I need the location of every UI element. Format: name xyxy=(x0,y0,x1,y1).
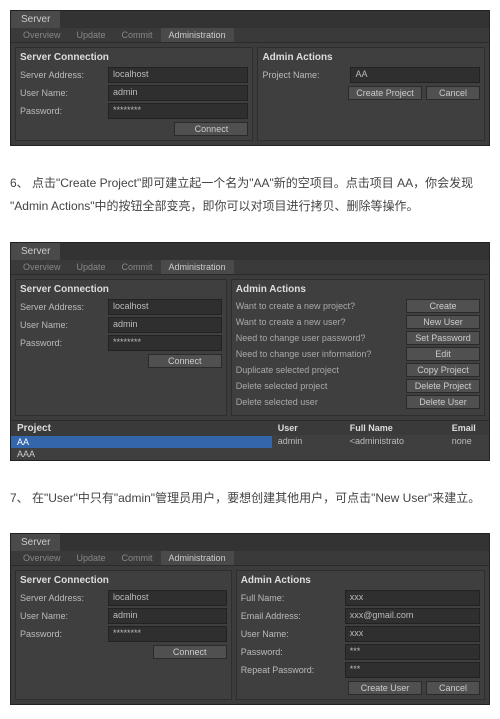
address-input[interactable]: localhost xyxy=(108,67,248,83)
subtab-admin[interactable]: Administration xyxy=(161,28,234,42)
newuser-input[interactable]: xxx xyxy=(345,626,480,642)
admin-actions-title: Admin Actions xyxy=(241,575,480,586)
password-input[interactable]: ******** xyxy=(108,626,227,642)
project-header: Project xyxy=(11,421,272,436)
repeatpass-label: Repeat Password: xyxy=(241,665,341,675)
address-label: Server Address: xyxy=(20,70,104,80)
user-col-email: Email xyxy=(446,421,489,435)
tab-row: Server xyxy=(11,11,489,28)
server-connection-group: Server Connection Server Address: localho… xyxy=(15,279,227,416)
edit-button[interactable]: Edit xyxy=(406,347,480,361)
subtab-overview[interactable]: Overview xyxy=(15,28,69,42)
project-list: Project AA AAA xyxy=(11,421,272,460)
create-user-button[interactable]: Create User xyxy=(348,681,422,695)
subtab-update[interactable]: Update xyxy=(69,260,114,274)
subtab-update[interactable]: Update xyxy=(69,28,114,42)
server-panel-1: Server Overview Update Commit Administra… xyxy=(10,10,490,146)
password-input[interactable]: ******** xyxy=(108,335,222,351)
username-label: User Name: xyxy=(20,88,104,98)
user-cell-email: none xyxy=(446,435,489,447)
server-connection-title: Server Connection xyxy=(20,575,227,586)
username-input[interactable]: admin xyxy=(108,317,222,333)
set-password-button[interactable]: Set Password xyxy=(406,331,480,345)
subtab-admin[interactable]: Administration xyxy=(161,551,234,565)
username-input[interactable]: admin xyxy=(108,608,227,624)
new-user-button[interactable]: New User xyxy=(406,315,480,329)
admin-actions-title: Admin Actions xyxy=(236,284,480,295)
tab-server[interactable]: Server xyxy=(11,243,60,260)
username-label: User Name: xyxy=(20,611,104,621)
admin-actions-group: Admin Actions Full Name: xxx Email Addres… xyxy=(236,570,485,700)
password-input[interactable]: ******** xyxy=(108,103,248,119)
email-label: Email Address: xyxy=(241,611,341,621)
user-cell-user: admin xyxy=(272,435,344,447)
action-label: Need to change user information? xyxy=(236,349,402,359)
cancel-button[interactable]: Cancel xyxy=(426,86,480,100)
tab-server[interactable]: Server xyxy=(11,534,60,551)
admin-actions-title: Admin Actions xyxy=(262,52,480,63)
delete-project-button[interactable]: Delete Project xyxy=(406,379,480,393)
email-input[interactable]: xxx@gmail.com xyxy=(345,608,480,624)
copy-project-button[interactable]: Copy Project xyxy=(406,363,480,377)
server-connection-group: Server Connection Server Address: localho… xyxy=(15,570,232,700)
fullname-input[interactable]: xxx xyxy=(345,590,480,606)
server-panel-3: Server Overview Update Commit Administra… xyxy=(10,533,490,705)
action-label: Want to create a new user? xyxy=(236,317,402,327)
tab-server[interactable]: Server xyxy=(11,11,60,28)
subtab-row: Overview Update Commit Administration xyxy=(11,28,489,43)
project-name-label: Project Name: xyxy=(262,70,346,80)
user-col-fullname: Full Name xyxy=(344,421,446,435)
address-input[interactable]: localhost xyxy=(108,299,222,315)
project-user-section: Project AA AAA User Full Name Email admi… xyxy=(11,420,489,460)
password-label: Password: xyxy=(20,106,104,116)
newpass-input[interactable]: *** xyxy=(345,644,480,660)
subtab-overview[interactable]: Overview xyxy=(15,260,69,274)
create-button[interactable]: Create xyxy=(406,299,480,313)
username-input[interactable]: admin xyxy=(108,85,248,101)
address-label: Server Address: xyxy=(20,593,104,603)
password-label: Password: xyxy=(20,629,104,639)
document-text-6: 6、 点击"Create Project"即可建立起一个名为"AA"新的空项目。… xyxy=(10,172,490,218)
user-table: User Full Name Email admin <administrato… xyxy=(272,421,489,460)
project-name-input[interactable]: AA xyxy=(350,67,480,83)
cancel-button[interactable]: Cancel xyxy=(426,681,480,695)
admin-actions-group: Admin Actions Project Name: AA Create Pro… xyxy=(257,47,485,141)
action-label: Want to create a new project? xyxy=(236,301,402,311)
action-label: Delete selected user xyxy=(236,397,402,407)
password-label: Password: xyxy=(20,338,104,348)
user-col-user: User xyxy=(272,421,344,435)
server-connection-title: Server Connection xyxy=(20,52,248,63)
address-input[interactable]: localhost xyxy=(108,590,227,606)
newpass-label: Password: xyxy=(241,647,341,657)
server-connection-title: Server Connection xyxy=(20,284,222,295)
subtab-overview[interactable]: Overview xyxy=(15,551,69,565)
user-cell-fullname: <administrato xyxy=(344,435,446,447)
panel-body: Server Connection Server Address: localho… xyxy=(11,43,489,145)
subtab-update[interactable]: Update xyxy=(69,551,114,565)
project-item-aa[interactable]: AA xyxy=(11,436,272,448)
newuser-label: User Name: xyxy=(241,629,341,639)
subtab-commit[interactable]: Commit xyxy=(114,551,161,565)
server-panel-2: Server Overview Update Commit Administra… xyxy=(10,242,490,461)
delete-user-button[interactable]: Delete User xyxy=(406,395,480,409)
subtab-commit[interactable]: Commit xyxy=(114,260,161,274)
user-row[interactable]: admin <administrato none xyxy=(272,435,489,447)
address-label: Server Address: xyxy=(20,302,104,312)
action-label: Need to change user password? xyxy=(236,333,402,343)
connect-button[interactable]: Connect xyxy=(153,645,227,659)
create-project-button[interactable]: Create Project xyxy=(348,86,422,100)
connect-button[interactable]: Connect xyxy=(148,354,222,368)
connect-button[interactable]: Connect xyxy=(174,122,248,136)
action-label: Duplicate selected project xyxy=(236,365,402,375)
document-text-7: 7、 在"User"中只有"admin"管理员用户，要想创建其他用户，可点击"N… xyxy=(10,487,490,510)
admin-actions-group: Admin Actions Want to create a new proje… xyxy=(231,279,485,416)
project-item-aaa[interactable]: AAA xyxy=(11,448,272,460)
action-label: Delete selected project xyxy=(236,381,402,391)
repeatpass-input[interactable]: *** xyxy=(345,662,480,678)
subtab-commit[interactable]: Commit xyxy=(114,28,161,42)
server-connection-group: Server Connection Server Address: localho… xyxy=(15,47,253,141)
username-label: User Name: xyxy=(20,320,104,330)
fullname-label: Full Name: xyxy=(241,593,341,603)
subtab-admin[interactable]: Administration xyxy=(161,260,234,274)
